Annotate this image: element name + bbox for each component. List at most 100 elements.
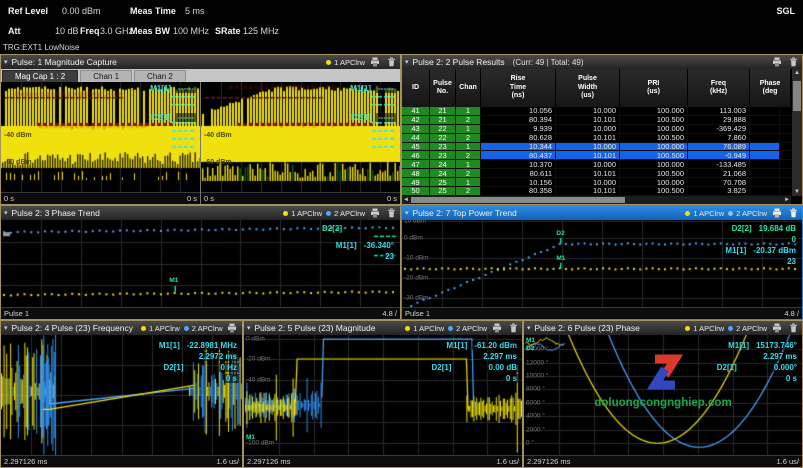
capture-panel-2[interactable]: doluongcongnghiep.com doluongcongnghiep.… xyxy=(201,82,400,204)
column-header[interactable]: ID xyxy=(402,69,430,107)
delete-icon[interactable] xyxy=(787,323,799,334)
tab-chan-2[interactable]: Chan 2 xyxy=(134,70,186,82)
trace1-legend[interactable]: 1 APClrw xyxy=(326,58,365,67)
column-header[interactable]: Pulse No. xyxy=(430,69,456,107)
y-axis-label: 10000 ° xyxy=(526,372,549,380)
column-header[interactable]: Rise Time (ns) xyxy=(481,69,556,107)
column-header[interactable]: Chan xyxy=(456,69,481,107)
column-header[interactable]: Pulse Width (us) xyxy=(556,69,620,107)
delete-icon[interactable] xyxy=(507,323,519,334)
pulse-phase-plot[interactable]: 14000 ° 12000 ° 10000 ° 8000 ° 6000 ° 4000 ° 2… xyxy=(524,335,802,467)
marker-readout[interactable]: M1[1] -36.340° 23 xyxy=(336,241,396,261)
window-menu-icon[interactable]: ▾ xyxy=(247,325,251,332)
scroll-up-icon[interactable]: ▲ xyxy=(792,69,802,77)
scroll-down-icon[interactable]: ▼ xyxy=(792,188,802,196)
marker-d2[interactable]: D2[1] ------ xyxy=(151,113,196,122)
window-menu-icon[interactable]: ▾ xyxy=(4,210,8,217)
pulse-frequency-plot[interactable]: M1[1] -22.8981 MHz 2.2972 ms D2[1] 0 Hz 0 … xyxy=(1,335,242,467)
delete-icon[interactable] xyxy=(385,208,397,219)
trace2-label: 2 APClrw xyxy=(736,208,767,218)
m1-tick-label[interactable]: M1 xyxy=(246,434,255,442)
window-menu-icon[interactable]: ▾ xyxy=(4,325,8,332)
trace1-legend[interactable]: 1 APClrw xyxy=(405,324,444,333)
print-icon[interactable] xyxy=(491,323,503,334)
column-header[interactable]: Phase (deg xyxy=(750,69,791,107)
marker-readout[interactable]: M1[1] 15173.746° 2.297 ms D2[1] 0.000° 0 s xyxy=(717,341,799,383)
tab-chan-1[interactable]: Chan 1 xyxy=(80,70,133,82)
top-power-trend-plot[interactable]: 10 dBm 0 dBm -10 dBm -20 dBm -30 dBm D2[2] 19… xyxy=(402,220,802,319)
delete-icon[interactable] xyxy=(385,57,397,68)
trace1-legend[interactable]: 1 APClrw xyxy=(283,209,322,218)
print-icon[interactable] xyxy=(771,57,783,68)
window-titlebar[interactable]: ▾ Pulse 2: 4 Pulse (23) Frequency 1 APCl… xyxy=(1,321,249,335)
horizontal-scrollbar[interactable]: ◄ ► xyxy=(402,196,791,204)
window-titlebar[interactable]: ▾ Pulse 2: 6 Pulse (23) Phase 1 APClrw 2… xyxy=(524,321,802,335)
trace1-dot xyxy=(140,325,146,331)
window-titlebar[interactable]: ▾ Pulse 2: 3 Phase Trend 1 APClrw 2 APCl… xyxy=(1,206,400,220)
m1-tick-label[interactable]: M1 xyxy=(526,337,535,345)
vertical-scrollbar[interactable]: ▲ ▼ xyxy=(791,69,802,196)
table-cell xyxy=(750,107,780,115)
window-title: Pulse 2: 3 Phase Trend xyxy=(11,208,100,218)
table-row[interactable]: 50 25 2 80.358 10.101 100.500 3.825 xyxy=(402,186,791,196)
marker-readout[interactable]: M1[1] -61.20 dBm 2.297 ms D2[1] 0.00 dB 0 … xyxy=(432,341,519,383)
window-menu-icon[interactable]: ▾ xyxy=(527,325,531,332)
vertical-scroll-thumb[interactable] xyxy=(793,81,801,111)
x-axis-bar: 0 s 0 s xyxy=(201,192,400,204)
trace2-legend[interactable]: 2 APClrw xyxy=(183,324,223,333)
print-icon[interactable] xyxy=(369,208,381,219)
y-axis-label: 0 dBm xyxy=(404,234,423,242)
marker-value: 23 xyxy=(383,252,396,261)
window-titlebar[interactable]: ▾ Pulse 2: 5 Pulse (23) Magnitude 1 APCl… xyxy=(244,321,522,335)
meas-time-value[interactable]: 5 ms xyxy=(185,6,205,16)
trace2-legend[interactable]: 2 APClrw xyxy=(448,324,487,333)
horizontal-scroll-thumb[interactable] xyxy=(411,197,625,203)
print-icon[interactable] xyxy=(771,208,783,219)
marker-m1[interactable]: M1[1] ------ xyxy=(150,84,196,93)
marker-d2[interactable]: D2[1] ------ xyxy=(351,113,396,122)
trace2-legend[interactable]: 2 APClrw xyxy=(326,209,365,218)
scroll-right-icon[interactable]: ► xyxy=(783,196,791,204)
window-menu-icon[interactable]: ▾ xyxy=(405,59,409,66)
scroll-left-icon[interactable]: ◄ xyxy=(402,196,410,204)
table-cell: 3.825 xyxy=(688,186,750,195)
marker-readout[interactable]: M1[1] -22.8981 MHz 2.2972 ms D2[1] 0 Hz 0 … xyxy=(159,341,239,383)
pulse-magnitude-plot[interactable]: 0 dBm -20 dBm -40 dBm -100 dBm M1[1] -61.20 … xyxy=(244,335,522,467)
trace1-legend[interactable]: 1 APClrw xyxy=(140,324,180,333)
window-titlebar[interactable]: ▾ Pulse: 1 Magnitude Capture 1 APClrw xyxy=(1,55,400,69)
print-icon[interactable] xyxy=(369,57,381,68)
capture-panel-1[interactable]: doluongcongnghiep.com doluongcongnghiep.… xyxy=(1,82,200,204)
phase-trend-plot[interactable]: D2[2] M1[1] -36.340° 23 M1 Pulse 1 4.8 / xyxy=(1,220,400,319)
window-titlebar[interactable]: ▾ Pulse 2: 2 Pulse Results (Curr: 49 | T… xyxy=(402,55,802,69)
freq-value[interactable]: 3.0 GHz xyxy=(100,26,133,36)
print-icon[interactable] xyxy=(227,323,237,334)
att-value[interactable]: 10 dB xyxy=(55,26,79,36)
delete-icon[interactable] xyxy=(787,208,799,219)
trace2-legend[interactable]: 2 APClrw xyxy=(728,324,767,333)
sweep-mode-badge: SGL xyxy=(776,6,795,16)
delete-icon[interactable] xyxy=(787,57,799,68)
m1-tick-label[interactable]: M1 xyxy=(169,277,178,285)
trace2-dot xyxy=(728,325,734,331)
marker-readout[interactable]: D2[2] 19.684 dB 0 M1[1] -20.37 dBm 23 xyxy=(725,224,798,266)
m1-tick-label[interactable]: M1 xyxy=(556,255,565,263)
srate-value[interactable]: 125 MHz xyxy=(243,26,279,36)
column-header[interactable]: Freq (kHz) xyxy=(688,69,750,107)
window-menu-icon[interactable]: ▾ xyxy=(405,210,409,217)
tab-mag-cap[interactable]: Mag Cap 1 : 2 xyxy=(2,70,79,82)
phase-trend-canvas[interactable] xyxy=(1,220,400,307)
window-menu-icon[interactable]: ▾ xyxy=(4,59,8,66)
d2-tick-label[interactable]: D2 xyxy=(556,230,564,238)
trace2-label: 2 APClrw xyxy=(334,208,365,218)
d2-tick-label[interactable]: D2 xyxy=(526,345,534,353)
trace1-legend[interactable]: 1 APClrw xyxy=(685,324,724,333)
print-icon[interactable] xyxy=(771,323,783,334)
trace1-legend[interactable]: 1 APClrw xyxy=(685,209,724,218)
marker-m1[interactable]: M1[1] ------ xyxy=(350,84,396,93)
trace1-dot xyxy=(405,325,411,331)
column-header[interactable]: PRI (us) xyxy=(620,69,688,107)
ref-level-value[interactable]: 0.00 dBm xyxy=(62,6,101,16)
meas-bw-value[interactable]: 100 MHz xyxy=(173,26,209,36)
trace2-legend[interactable]: 2 APClrw xyxy=(728,209,767,218)
window-titlebar[interactable]: ▾ Pulse 2: 7 Top Power Trend 1 APClrw 2 … xyxy=(402,206,802,220)
